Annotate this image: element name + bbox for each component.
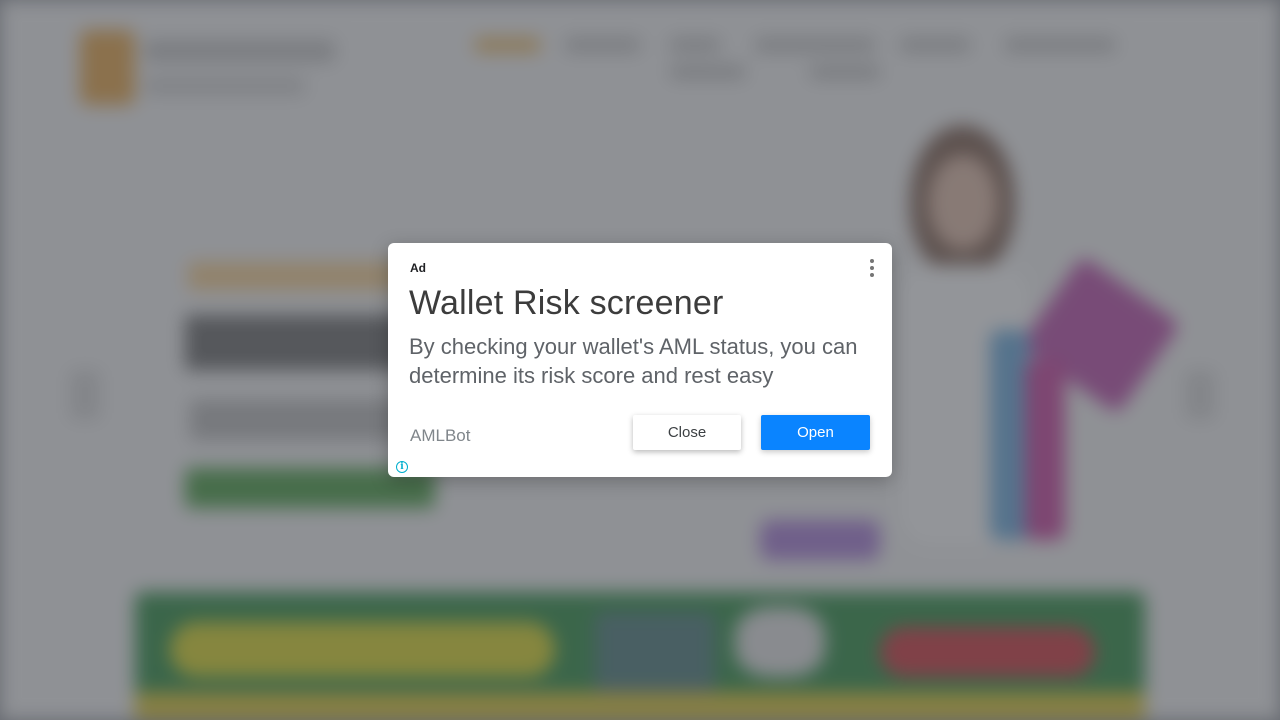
adchoices-info-icon[interactable]: i	[396, 461, 408, 473]
ad-dialog: Ad Wallet Risk screener By checking your…	[388, 243, 892, 477]
more-vertical-icon[interactable]	[864, 258, 880, 278]
ad-badge: Ad	[410, 261, 426, 275]
ad-body-text: By checking your wallet's AML status, yo…	[409, 334, 858, 388]
ad-title: Wallet Risk screener	[409, 284, 724, 322]
close-button[interactable]: Close	[633, 415, 741, 450]
open-button[interactable]: Open	[761, 415, 870, 450]
advertiser-name[interactable]: AMLBot	[410, 426, 470, 446]
